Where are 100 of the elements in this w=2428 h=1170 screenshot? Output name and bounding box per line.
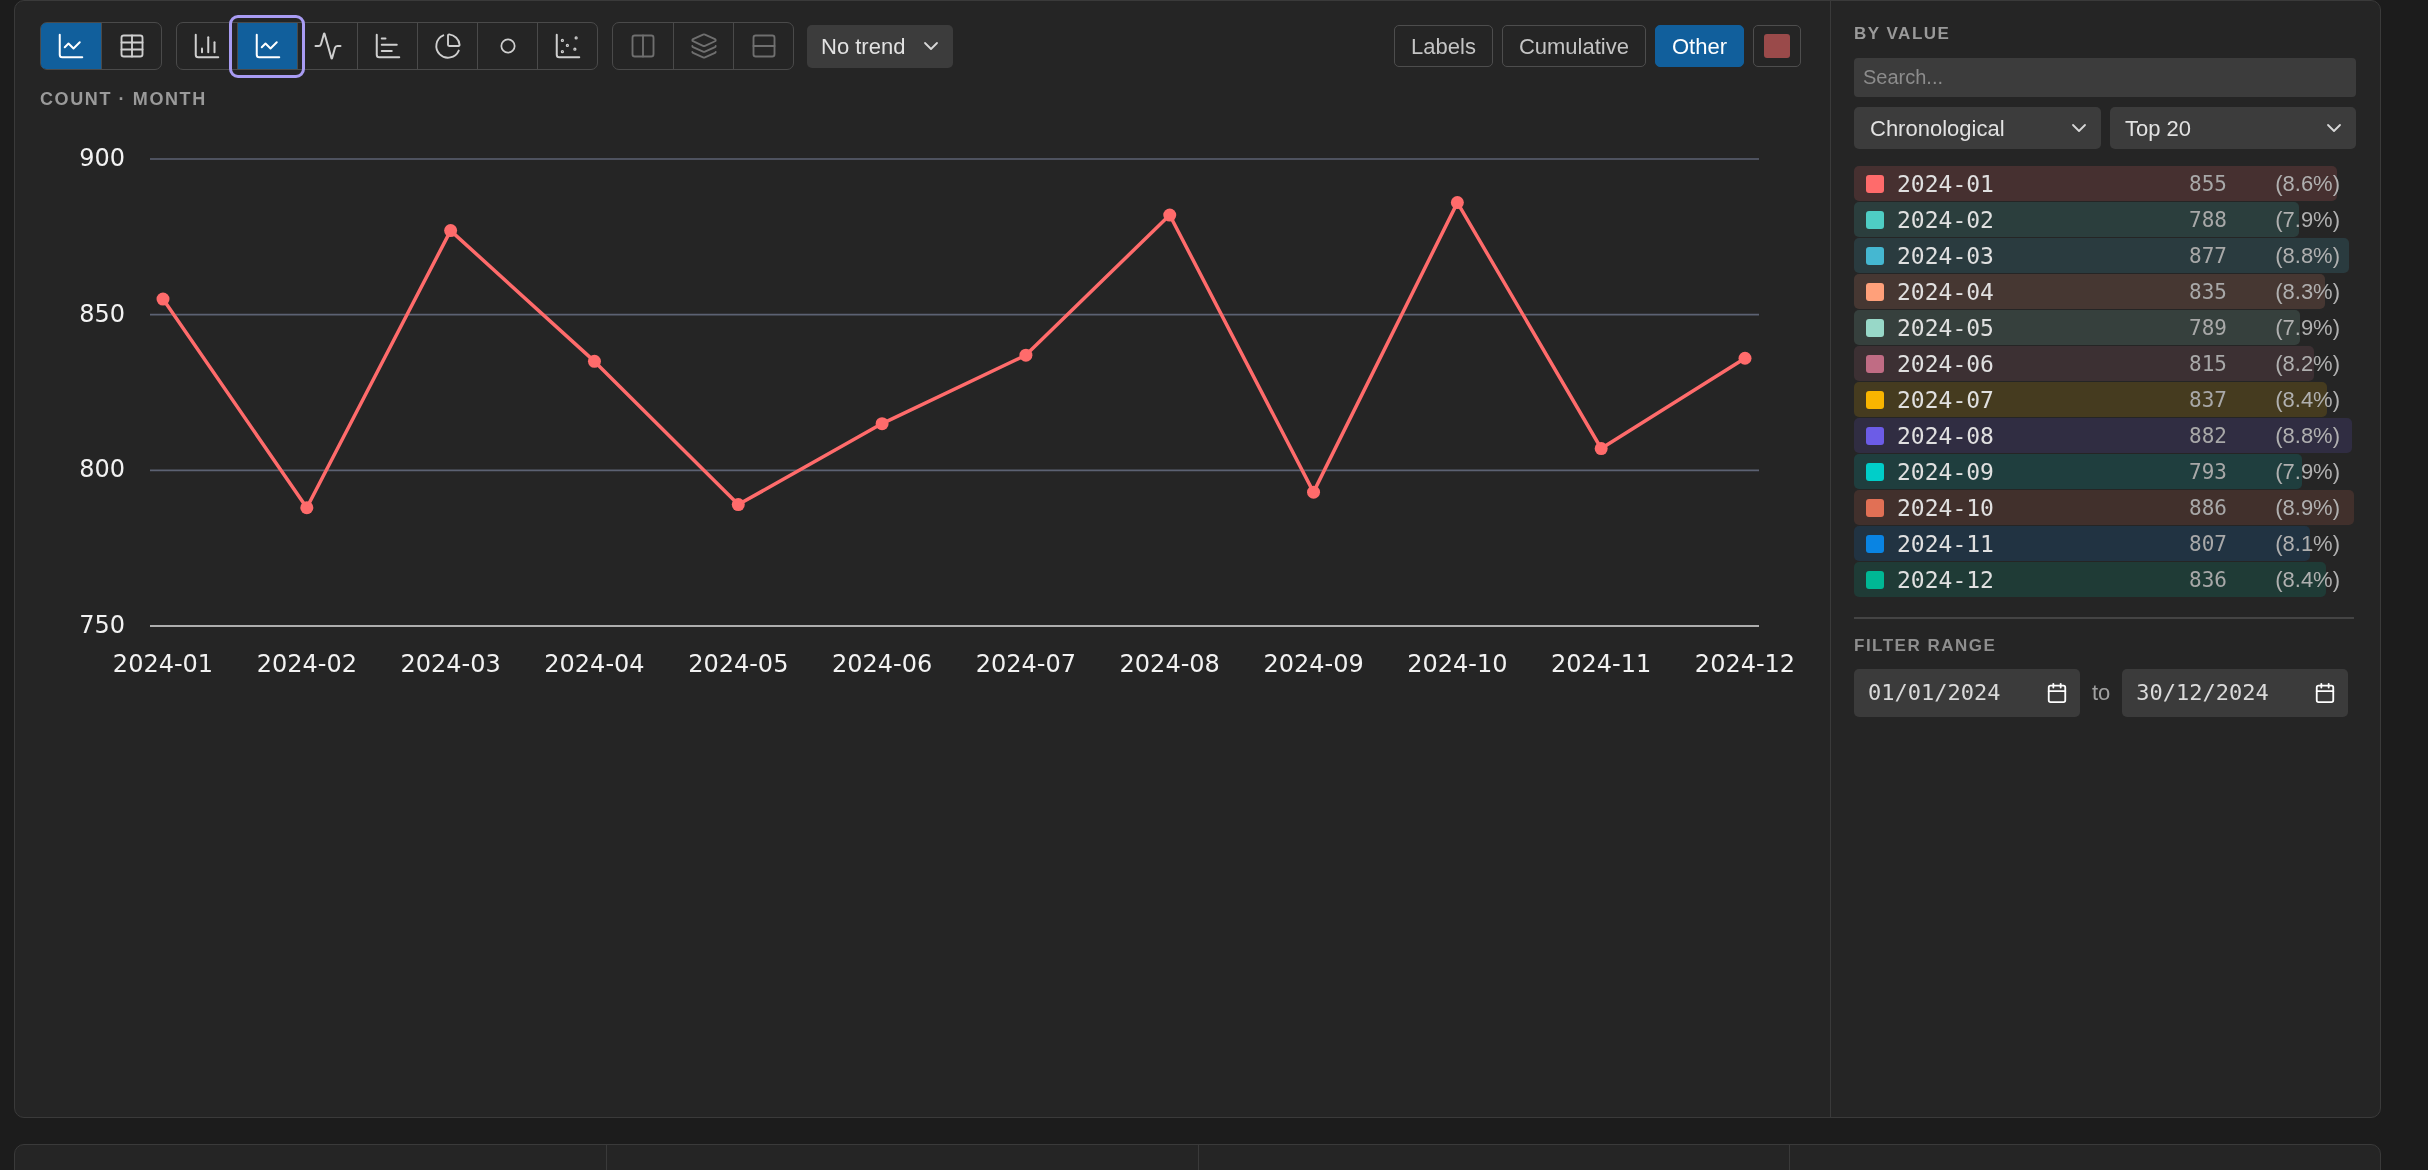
item-count: 815 (2189, 350, 2227, 377)
value-bar-track[interactable]: 2024-05 789 (7.9%) (1854, 310, 2354, 345)
data-point (1594, 442, 1608, 456)
calendar-icon (2046, 681, 2068, 704)
item-label: 2024-05 (1897, 313, 1995, 342)
y-axis-label: 900 (79, 144, 125, 172)
data-point (1307, 485, 1321, 499)
item-count: 788 (2189, 206, 2227, 233)
chart-caption: COUNT · MONTH (40, 89, 207, 109)
x-axis-label: 2024-01 (112, 650, 214, 678)
value-bar-track[interactable]: 2024-07 837 (8.4%) (1854, 382, 2354, 417)
sort-select[interactable]: Chronological (1854, 107, 2101, 149)
value-bar-track[interactable]: 2024-10 886 (8.9%) (1854, 490, 2354, 525)
calendar-icon (2314, 681, 2337, 704)
value-bar-track[interactable]: 2024-03 877 (8.8%) (1854, 238, 2354, 273)
item-count: 855 (2189, 170, 2227, 197)
item-count: 882 (2189, 422, 2227, 449)
item-label: 2024-08 (1897, 421, 1995, 450)
data-point (1738, 351, 1752, 365)
data-point (1163, 208, 1177, 222)
x-axis-label: 2024-11 (1551, 650, 1652, 678)
x-axis-label: 2024-08 (1119, 650, 1220, 678)
item-label: 2024-03 (1897, 241, 1995, 270)
value-bar-track[interactable]: 2024-08 882 (8.8%) (1854, 418, 2354, 453)
trend-select[interactable]: No trend (807, 24, 954, 68)
item-percent: (8.9%) (2274, 494, 2340, 521)
y-axis-label: 750 (79, 611, 125, 639)
item-count: 807 (2189, 530, 2227, 557)
date-field[interactable]: 30/12/2024 (2122, 668, 2349, 717)
item-percent: (8.8%) (2274, 422, 2340, 449)
data-point (156, 292, 170, 306)
circle-icon (499, 38, 516, 54)
item-count: 836 (2189, 566, 2227, 593)
x-axis-label: 2024-09 (1263, 650, 1364, 678)
item-percent: (8.4%) (2274, 566, 2340, 593)
toggle-button[interactable]: Labels (1394, 25, 1493, 67)
value-bar-track[interactable]: 2024-06 815 (8.2%) (1854, 346, 2354, 381)
item-label: 2024-12 (1897, 565, 1995, 594)
date-field[interactable]: 01/01/2024 (1854, 668, 2080, 717)
x-axis-label: 2024-07 (975, 650, 1077, 678)
item-label: 2024-04 (1897, 277, 1995, 306)
bar-chart-icon (192, 31, 222, 61)
x-axis-label: 2024-03 (400, 650, 501, 678)
item-label: 2024-07 (1897, 385, 1995, 414)
section-heading: BY VALUE (1854, 24, 1951, 44)
value-bar-track[interactable]: 2024-11 807 (8.1%) (1854, 526, 2354, 561)
value-bar-track[interactable]: 2024-02 788 (7.9%) (1854, 202, 2354, 237)
search-field[interactable]: Search... (1854, 58, 2356, 97)
section-heading: FILTER RANGE (1854, 635, 1997, 656)
line-chart-button[interactable] (41, 23, 101, 69)
color-picker-button[interactable] (1753, 25, 1801, 67)
item-count: 837 (2189, 386, 2227, 413)
item-percent: (8.1%) (2274, 530, 2340, 557)
data-point (587, 354, 601, 368)
value-bar-track[interactable]: 2024-09 793 (7.9%) (1854, 454, 2354, 489)
item-percent: (7.9%) (2274, 458, 2340, 485)
item-percent: (8.3%) (2274, 278, 2340, 305)
toggle-button[interactable]: Other (1654, 25, 1744, 67)
item-label: 2024-09 (1897, 457, 1995, 486)
x-axis-label: 2024-05 (688, 650, 789, 678)
data-point (1450, 196, 1464, 210)
line-chart-icon (56, 31, 86, 61)
data-point (444, 224, 458, 238)
range-separator: to (2092, 679, 2111, 707)
item-percent: (8.4%) (2274, 386, 2340, 413)
pie-chart-icon (433, 32, 462, 60)
toggle-button[interactable]: Cumulative (1501, 25, 1646, 67)
layers-icon (689, 32, 718, 60)
line-chart-button[interactable] (237, 23, 297, 69)
item-percent: (8.8%) (2274, 242, 2340, 269)
item-percent: (7.9%) (2274, 206, 2340, 233)
item-count: 835 (2189, 278, 2227, 305)
data-point (1019, 348, 1033, 362)
item-label: 2024-01 (1897, 169, 1995, 198)
x-axis-label: 2024-04 (544, 650, 645, 678)
item-label: 2024-11 (1897, 529, 1995, 558)
data-point (300, 501, 314, 515)
pulse-icon (312, 31, 343, 61)
data-point (875, 417, 889, 431)
data-point (731, 498, 745, 512)
value-bar-track[interactable]: 2024-04 835 (8.3%) (1854, 274, 2354, 309)
value-bar-track[interactable]: 2024-12 836 (8.4%) (1854, 562, 2354, 597)
item-label: 2024-02 (1897, 205, 1995, 234)
item-count: 789 (2189, 314, 2227, 341)
item-percent: (7.9%) (2274, 314, 2340, 341)
x-axis-label: 2024-12 (1694, 650, 1796, 678)
y-axis-label: 800 (79, 455, 125, 484)
item-count: 793 (2189, 458, 2227, 485)
item-label: 2024-10 (1897, 493, 1995, 522)
item-label: 2024-06 (1897, 349, 1995, 378)
item-percent: (8.2%) (2274, 350, 2340, 377)
x-axis-label: 2024-02 (256, 650, 357, 678)
item-count: 877 (2189, 242, 2227, 269)
item-percent: (8.6%) (2274, 170, 2340, 197)
x-axis-label: 2024-06 (831, 650, 933, 678)
limit-select[interactable]: Top 20 (2110, 107, 2356, 149)
split-columns-icon (629, 32, 657, 60)
value-bar-track[interactable]: 2024-01 855 (8.6%) (1854, 166, 2354, 201)
x-axis-label: 2024-10 (1407, 650, 1508, 678)
y-axis-label: 850 (79, 299, 125, 328)
